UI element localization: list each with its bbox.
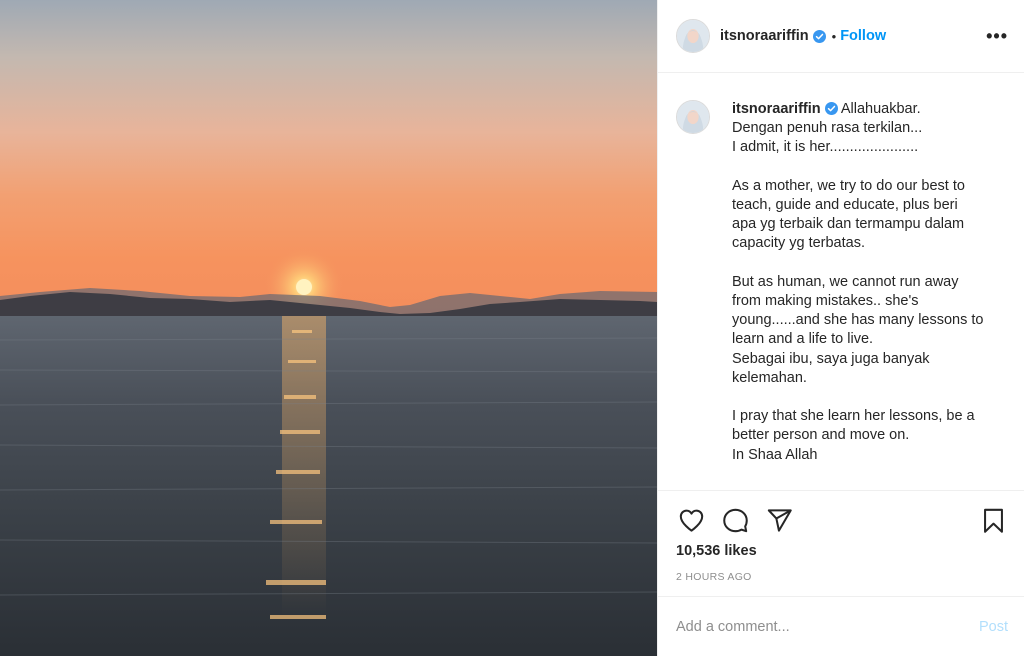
caption-line: Sebagai ibu, saya juga banyak — [732, 350, 930, 367]
caption-line: better person and move on. — [732, 427, 910, 444]
caption-line: learn and a life to live. — [732, 331, 874, 348]
caption-paragraph-gap — [732, 388, 1000, 407]
caption-avatar[interactable] — [676, 100, 710, 134]
comment-icon — [722, 508, 748, 532]
more-options-icon[interactable]: ••• — [986, 27, 1008, 45]
action-icon-row — [676, 505, 1008, 535]
heart-icon — [679, 509, 703, 532]
profile-photo-icon — [677, 101, 709, 133]
caption-line: I pray that she learn her lessons, be a — [732, 408, 975, 425]
post-photo[interactable] — [0, 0, 657, 656]
share-button[interactable] — [764, 505, 794, 535]
caption-line: As a mother, we try to do our best to — [732, 177, 965, 194]
caption-line: Dengan penuh rasa terkilan... — [732, 120, 923, 137]
like-button[interactable] — [676, 505, 706, 535]
post-comment-button[interactable]: Post — [979, 619, 1008, 635]
follow-button[interactable]: Follow — [840, 28, 886, 44]
caption-line: apa yg terbaik dan termampu dalam — [732, 216, 965, 233]
post-timestamp[interactable]: 2 HOURS AGO — [676, 571, 1008, 583]
caption-line: capacity yg terbatas. — [732, 235, 865, 252]
post-header: itsnoraariffin • Follow ••• — [658, 0, 1024, 73]
caption-line: young......and she has many lessons to — [732, 312, 984, 329]
comment-composer: Post — [658, 596, 1024, 656]
caption-line: In Shaa Allah — [732, 446, 818, 463]
caption-line: I admit, it is her...................... — [732, 139, 919, 156]
verified-badge-icon — [824, 102, 838, 115]
caption-paragraph-gap — [732, 254, 1000, 273]
separator-dot: • — [831, 28, 837, 44]
post-actions: 10,536 likes 2 HOURS AGO — [658, 490, 1024, 583]
save-button[interactable] — [978, 505, 1008, 535]
comment-input[interactable] — [676, 618, 979, 635]
verified-badge-icon — [812, 29, 826, 43]
share-icon — [767, 508, 792, 532]
caption-line: kelemahan. — [732, 369, 807, 386]
caption-first-line: itsnoraariffin Allahuakbar. — [732, 100, 1000, 119]
bookmark-icon — [983, 508, 1003, 533]
likes-count[interactable]: 10,536 likes — [676, 543, 1008, 559]
caption-text: itsnoraariffin Allahuakbar. Dengan penuh… — [732, 100, 1000, 490]
profile-photo-icon — [677, 20, 709, 52]
caption-line: from making mistakes.. she's — [732, 293, 919, 309]
avatar[interactable] — [676, 19, 710, 53]
post-side-panel: itsnoraariffin • Follow ••• itsnoraariff… — [657, 0, 1024, 656]
username-link[interactable]: itsnoraariffin — [720, 28, 809, 44]
caption-username-link[interactable]: itsnoraariffin — [732, 101, 821, 117]
caption-line: But as human, we cannot run away — [732, 273, 959, 290]
comment-button[interactable] — [720, 505, 750, 535]
caption-paragraph-gap — [732, 158, 1000, 177]
caption-section: itsnoraariffin Allahuakbar. Dengan penuh… — [676, 100, 1010, 490]
sunset-lake-photo — [0, 0, 657, 656]
caption-first-text: Allahuakbar. — [840, 101, 921, 117]
caption-line: teach, guide and educate, plus beri — [732, 197, 958, 213]
